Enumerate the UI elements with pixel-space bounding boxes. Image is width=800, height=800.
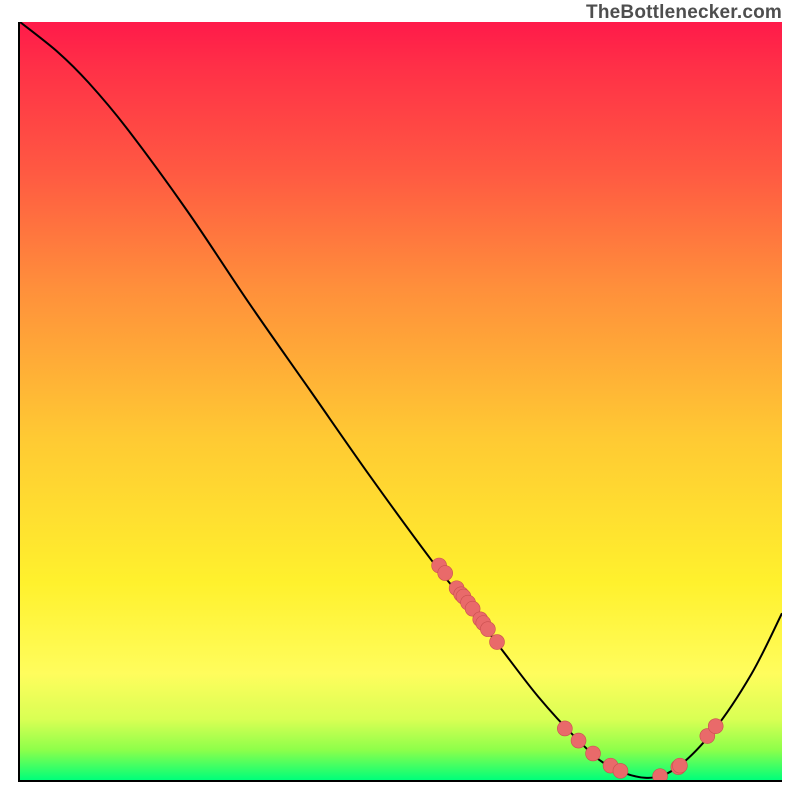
bottleneck-curve xyxy=(20,22,782,778)
data-marker xyxy=(557,721,572,736)
data-marker xyxy=(672,758,687,773)
bottleneck-chart: TheBottlenecker.com xyxy=(0,0,800,800)
attribution-text: TheBottlenecker.com xyxy=(586,2,782,24)
markers-group xyxy=(432,558,724,780)
data-marker xyxy=(480,622,495,637)
data-marker xyxy=(438,566,453,581)
data-marker xyxy=(653,769,668,780)
data-marker xyxy=(613,763,628,778)
chart-svg xyxy=(20,22,782,780)
data-marker xyxy=(708,719,723,734)
data-marker xyxy=(571,733,586,748)
plot-area xyxy=(18,22,782,782)
data-marker xyxy=(586,746,601,761)
data-marker xyxy=(490,635,505,650)
